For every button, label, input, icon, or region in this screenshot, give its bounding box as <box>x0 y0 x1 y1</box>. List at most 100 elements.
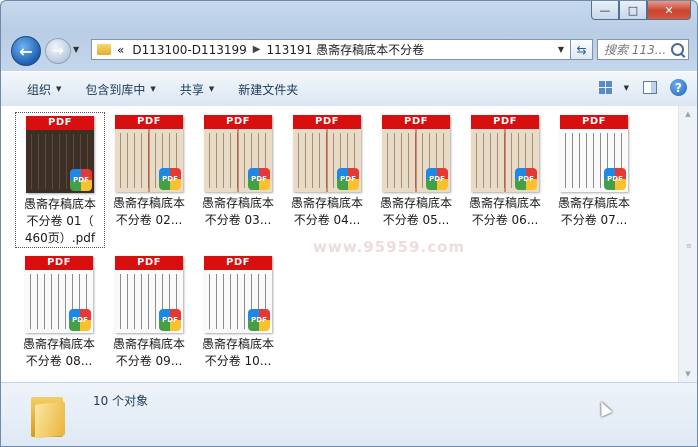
pdf-reader-icon: PDF <box>159 309 181 331</box>
file-name-line: 愚斋存稿底本 <box>112 337 185 351</box>
scroll-up-icon[interactable]: ▲ <box>679 106 697 122</box>
file-name-line: 愚斋存稿底本 <box>379 196 452 210</box>
file-name: 愚斋存稿底本 不分卷 10... <box>194 336 282 370</box>
maximize-button[interactable]: □ <box>619 1 647 20</box>
search-input[interactable]: 搜索 113... <box>597 39 689 60</box>
file-name-line: 不分卷 10... <box>204 354 272 368</box>
pdf-reader-icon: PDF <box>70 169 92 191</box>
navigation-bar: ← → ▼ « D113100-D113199 ▶ 113191 愚斋存稿底本不… <box>9 35 689 66</box>
address-dropdown-icon[interactable]: ▼ <box>558 45 564 54</box>
chevron-down-icon[interactable]: ▼ <box>624 84 629 92</box>
chevron-down-icon: ▼ <box>56 85 62 93</box>
pdf-thumbnail: PDF PDF <box>115 115 183 192</box>
pdf-thumbnail: PDF PDF <box>26 116 94 193</box>
pdf-thumbnail: PDF PDF <box>382 115 450 192</box>
forward-button[interactable]: → <box>45 38 71 64</box>
include-in-library-label: 包含到库中 <box>85 82 146 97</box>
file-name: 愚斋存稿底本 不分卷 01（ 460页）.pdf <box>16 196 104 247</box>
organize-menu[interactable]: 组织 ▼ <box>1 72 73 106</box>
explorer-window: — □ ✕ ← → ▼ « D113100-D113199 ▶ 113191 愚… <box>0 0 698 447</box>
breadcrumb-separator-icon[interactable]: ▶ <box>253 44 261 55</box>
file-name-line: 愚斋存稿底本 <box>468 196 541 210</box>
preview-pane-icon[interactable] <box>643 81 657 94</box>
pdf-header-label: PDF <box>204 115 272 129</box>
pdf-header-label: PDF <box>25 256 93 270</box>
pdf-reader-icon: PDF <box>604 168 626 190</box>
chevron-down-icon: ▼ <box>150 85 156 93</box>
file-item[interactable]: PDF PDF 愚斋存稿底本 不分卷 10... <box>194 253 282 370</box>
new-folder-label: 新建文件夹 <box>238 82 299 97</box>
close-button[interactable]: ✕ <box>647 1 691 20</box>
file-name-line: 不分卷 07... <box>560 213 628 227</box>
watermark: www.95959.com <box>313 238 466 256</box>
new-folder-button[interactable]: 新建文件夹 <box>226 72 310 106</box>
file-name-line: 不分卷 09... <box>115 354 183 368</box>
pdf-reader-icon: PDF <box>248 168 270 190</box>
recent-pages-dropdown-icon[interactable]: ▼ <box>73 45 79 54</box>
pdf-thumbnail: PDF PDF <box>25 256 93 333</box>
refresh-button[interactable]: ⇆ <box>571 39 593 60</box>
back-button[interactable]: ← <box>11 36 41 66</box>
view-icon <box>598 81 612 94</box>
pdf-thumbnail: PDF PDF <box>204 256 272 333</box>
file-item[interactable]: PDF PDF 愚斋存稿底本 不分卷 06... <box>461 112 549 229</box>
vertical-scrollbar[interactable]: ▲ ≡ ▼ <box>678 106 697 382</box>
file-item[interactable]: PDF PDF 愚斋存稿底本 不分卷 02... <box>105 112 193 229</box>
folder-icon <box>97 44 111 55</box>
breadcrumb-item-parent[interactable]: D113100-D113199 <box>132 43 246 57</box>
caption-buttons: — □ ✕ <box>591 1 691 20</box>
share-label: 共享 <box>179 82 204 97</box>
file-name: 愚斋存稿底本 不分卷 03... <box>194 195 282 229</box>
item-count: 10 个对象 <box>93 394 149 408</box>
folder-icon <box>31 391 69 439</box>
file-item[interactable]: PDF PDF 愚斋存稿底本 不分卷 08... <box>15 253 103 370</box>
file-name-line: 不分卷 02... <box>115 213 183 227</box>
file-name-line: 愚斋存稿底本 <box>112 196 185 210</box>
file-name-line: 愚斋存稿底本 <box>201 196 274 210</box>
scroll-down-icon[interactable]: ▼ <box>679 366 697 382</box>
file-name-line: 不分卷 06... <box>471 213 539 227</box>
organize-label: 组织 <box>27 82 52 97</box>
file-name-line: 愚斋存稿底本 <box>22 337 95 351</box>
file-name-line: 不分卷 01（ <box>26 214 94 228</box>
file-item[interactable]: PDF PDF 愚斋存稿底本 不分卷 09... <box>105 253 193 370</box>
pdf-header-label: PDF <box>293 115 361 129</box>
pdf-thumbnail: PDF PDF <box>293 115 361 192</box>
include-in-library-menu[interactable]: 包含到库中 ▼ <box>73 72 167 106</box>
pdf-thumbnail: PDF PDF <box>204 115 272 192</box>
command-bar: 组织 ▼ 包含到库中 ▼ 共享 ▼ 新建文件夹 ▼ ? <box>1 71 697 107</box>
search-icon[interactable] <box>671 43 684 56</box>
file-name: 愚斋存稿底本 不分卷 08... <box>15 336 103 370</box>
breadcrumb-overflow[interactable]: « <box>117 43 124 57</box>
pdf-header-label: PDF <box>382 115 450 129</box>
chevron-down-icon: ▼ <box>208 85 215 93</box>
pdf-header-label: PDF <box>115 256 183 270</box>
pdf-header-label: PDF <box>26 116 94 130</box>
share-menu[interactable]: 共享 ▼ <box>168 72 226 106</box>
pdf-header-label: PDF <box>560 115 628 129</box>
file-item[interactable]: PDF PDF 愚斋存稿底本 不分卷 05... <box>372 112 460 229</box>
change-view-button[interactable]: ▼ <box>598 81 629 94</box>
file-name: 愚斋存稿底本 不分卷 09... <box>105 336 193 370</box>
file-item[interactable]: PDF PDF 愚斋存稿底本 不分卷 04... <box>283 112 371 229</box>
help-icon[interactable]: ? <box>670 79 687 96</box>
scroll-grip-icon[interactable]: ≡ <box>686 242 692 250</box>
file-item[interactable]: PDF PDF 愚斋存稿底本 不分卷 03... <box>194 112 282 229</box>
minimize-button[interactable]: — <box>591 1 619 20</box>
breadcrumb-item-current[interactable]: 113191 愚斋存稿底本不分卷 <box>266 41 424 58</box>
file-name: 愚斋存稿底本 不分卷 04... <box>283 195 371 229</box>
pdf-reader-icon: PDF <box>159 168 181 190</box>
pdf-thumbnail: PDF PDF <box>115 256 183 333</box>
file-item[interactable]: PDF PDF 愚斋存稿底本 不分卷 07... <box>550 112 638 229</box>
file-name-line: 愚斋存稿底本 <box>290 196 363 210</box>
file-name: 愚斋存稿底本 不分卷 06... <box>461 195 549 229</box>
file-name-line: 愚斋存稿底本 <box>201 337 274 351</box>
file-name-line: 愚斋存稿底本 <box>23 197 96 211</box>
pdf-thumbnail: PDF PDF <box>560 115 628 192</box>
address-bar[interactable]: « D113100-D113199 ▶ 113191 愚斋存稿底本不分卷 ▼ <box>91 39 571 60</box>
file-name: 愚斋存稿底本 不分卷 02... <box>105 195 193 229</box>
file-name-line: 不分卷 08... <box>25 354 93 368</box>
file-item[interactable]: PDF PDF 愚斋存稿底本 不分卷 01（ 460页）.pdf <box>15 112 105 248</box>
file-name: 愚斋存稿底本 不分卷 07... <box>550 195 638 229</box>
pdf-reader-icon: PDF <box>426 168 448 190</box>
